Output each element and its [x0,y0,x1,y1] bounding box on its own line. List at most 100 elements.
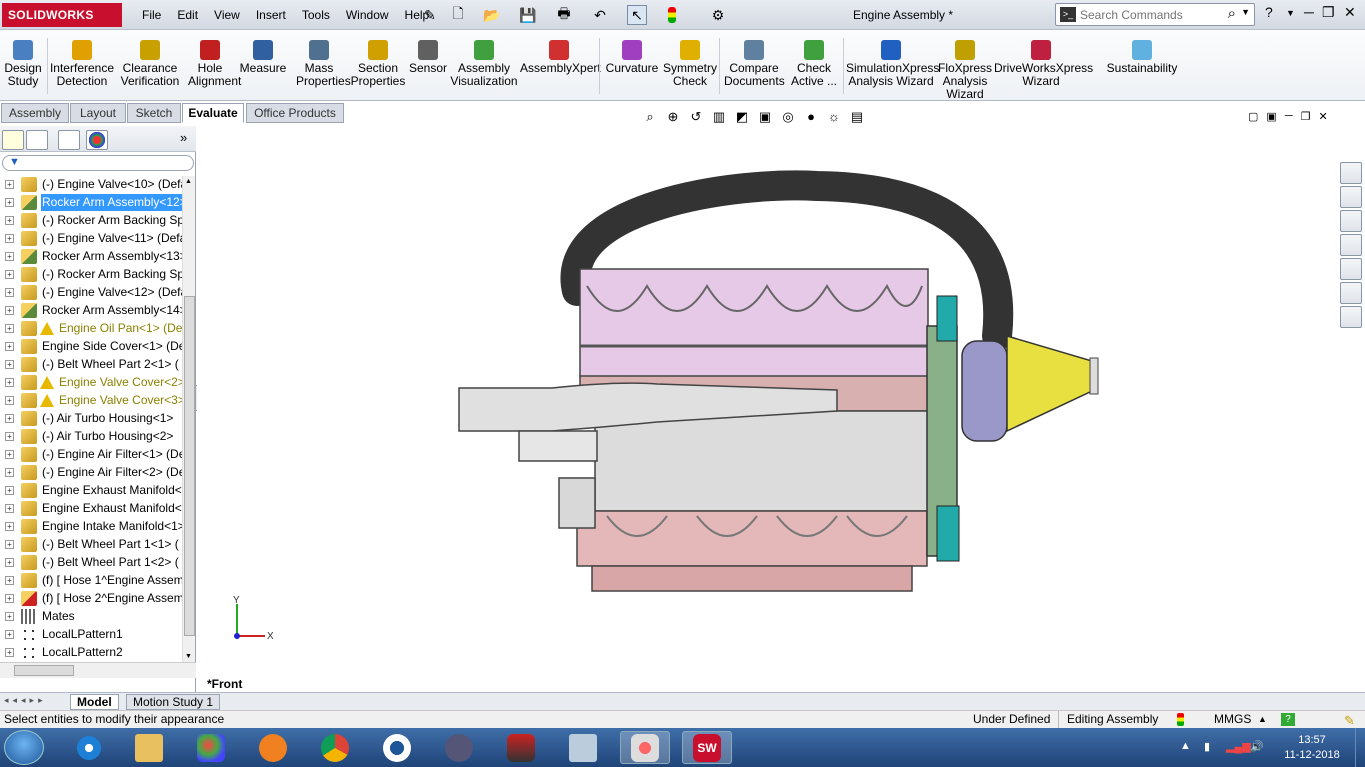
curvature-button[interactable]: Curvature [602,32,662,75]
view-orientation-icon[interactable]: ◩ [732,108,752,126]
engine-model[interactable]: Y X [197,126,1337,692]
tree-item[interactable]: + (f) [ Hose 2^Engine Assem [0,590,182,608]
expand-icon[interactable]: + [5,504,14,513]
expand-icon[interactable]: + [5,540,14,549]
pin-icon[interactable]: ✎ [420,5,440,25]
tree-item[interactable]: + LocalLPattern2 [0,644,182,662]
expand-icon[interactable]: + [5,432,14,441]
tray-volume-icon[interactable]: 🔊 [1250,740,1264,753]
taskbar-solidworks-icon[interactable]: SW [682,731,732,764]
appearance-tab-icon[interactable] [86,130,108,150]
expand-icon[interactable]: + [5,360,14,369]
restore-icon[interactable]: ❐ [1322,4,1335,21]
expand-icon[interactable]: + [5,342,14,351]
open-icon[interactable]: 📂 [482,5,502,25]
tree-item[interactable]: + (-) Air Turbo Housing<1> [0,410,182,428]
viewport-close-icon[interactable]: ✕ [1318,110,1327,123]
tree-item[interactable]: + Rocker Arm Assembly<13> [0,248,182,266]
tree-item[interactable]: + Engine Valve Cover<3> [0,392,182,410]
taskbar-ie-icon[interactable] [64,731,114,764]
expand-icon[interactable]: + [5,450,14,459]
expand-icon[interactable]: + [5,576,14,585]
tree-item[interactable]: + Engine Side Cover<1> (De [0,338,182,356]
expand-panel-icon[interactable]: » [180,130,187,145]
taskbar-road-app-icon[interactable] [496,731,546,764]
view-settings-icon[interactable]: ▤ [847,108,867,126]
rebuild-icon[interactable] [662,5,682,25]
hscroll-thumb[interactable] [14,665,74,676]
expand-icon[interactable]: + [5,558,14,567]
tab-scroll-arrows-icon[interactable]: ◂◂◂▸▸ [4,695,47,706]
section-view-icon[interactable]: ▥ [709,108,729,126]
tree-item[interactable]: + (-) Rocker Arm Backing Sp [0,266,182,284]
previous-view-icon[interactable]: ↺ [686,108,706,126]
tab-evaluate[interactable]: Evaluate [182,103,244,123]
expand-icon[interactable]: + [5,306,14,315]
interference-detection-button[interactable]: Interference Detection [49,32,115,88]
expand-icon[interactable]: + [5,468,14,477]
options-icon[interactable]: ⚙ [708,5,728,25]
tree-item[interactable]: + (-) Air Turbo Housing<2> [0,428,182,446]
expand-icon[interactable]: + [5,270,14,279]
tree-item[interactable]: + LocalLPattern1 [0,626,182,644]
expand-icon[interactable]: + [5,594,14,603]
appearances-icon[interactable] [1340,282,1362,304]
tree-item[interactable]: + Rocker Arm Assembly<12> [0,194,182,212]
taskbar-paint-icon[interactable] [186,731,236,764]
symmetry-check-button[interactable]: Symmetry Check [662,32,718,88]
menu-window[interactable]: Window [338,0,397,30]
measure-button[interactable]: Measure [236,32,290,75]
undo-icon[interactable]: ↶ [590,5,610,25]
expand-icon[interactable]: + [5,396,14,405]
check-active-button[interactable]: Check Active ... [786,32,842,88]
expand-icon[interactable]: + [5,288,14,297]
viewport-restore-icon[interactable]: ❐ [1301,110,1311,123]
minimize-icon[interactable]: ─ [1304,4,1314,20]
clearance-verification-button[interactable]: Clearance Verification [117,32,183,88]
design-study-button[interactable]: Design Study [0,32,46,88]
expand-icon[interactable]: + [5,378,14,387]
tree-item[interactable]: + Engine Exhaust Manifold< [0,482,182,500]
tree-item[interactable]: + (-) Rocker Arm Backing Sp [0,212,182,230]
tree-vertical-scrollbar[interactable]: ▲ ▼ [182,176,195,662]
tree-filter[interactable]: ▼ [2,155,194,171]
menu-tools[interactable]: Tools [294,0,338,30]
property-manager-tab-icon[interactable] [26,130,48,150]
sustainability-button[interactable]: Sustainability [1100,32,1184,75]
expand-icon[interactable]: + [5,234,14,243]
tree-item[interactable]: + (-) Engine Air Filter<2> (De [0,464,182,482]
tab-assembly[interactable]: Assembly [1,103,69,123]
driveworksxpress-button[interactable]: DriveWorksXpress Wizard [994,32,1093,88]
tab-office-products[interactable]: Office Products [246,103,344,123]
menu-edit[interactable]: Edit [169,0,206,30]
tree-item[interactable]: + Rocker Arm Assembly<14> [0,302,182,320]
floxpress-button[interactable]: FloXpress Analysis Wizard [938,32,992,101]
sensor-button[interactable]: Sensor [408,32,448,75]
search-input[interactable] [1080,6,1228,23]
start-button[interactable] [4,730,44,765]
search-icon[interactable]: ⌕ [1228,5,1236,22]
tree-item[interactable]: + (-) Engine Valve<11> (Defa [0,230,182,248]
home-icon[interactable] [1340,186,1362,208]
select-icon[interactable]: ↖ [627,5,647,25]
menu-insert[interactable]: Insert [248,0,294,30]
tray-expand-icon[interactable]: ▲ [1180,740,1191,752]
taskbar-chrome-icon[interactable] [310,731,360,764]
tray-network-icon[interactable]: ▂▄▆ [1226,740,1251,753]
expand-icon[interactable]: + [5,648,14,657]
graphics-area[interactable]: Y X [197,126,1337,692]
tree-item[interactable]: + Mates [0,608,182,626]
expand-icon[interactable]: + [5,324,14,333]
edit-appearance-icon[interactable]: ● [801,108,821,126]
help-status-icon[interactable]: ? [1281,713,1295,726]
taskbar-explorer-icon[interactable] [124,731,174,764]
bottom-tab-model[interactable]: Model [70,694,119,710]
expand-icon[interactable]: + [5,522,14,531]
tree-item[interactable]: + (-) Belt Wheel Part 1<2> ( [0,554,182,572]
menu-view[interactable]: View [206,0,248,30]
tree-item[interactable]: + (-) Belt Wheel Part 1<1> ( [0,536,182,554]
expand-icon[interactable]: + [5,216,14,225]
units-selector[interactable]: MMGS [1214,711,1251,728]
bottom-tab-motion-study-1[interactable]: Motion Study 1 [126,694,221,710]
expand-icon[interactable]: + [5,486,14,495]
